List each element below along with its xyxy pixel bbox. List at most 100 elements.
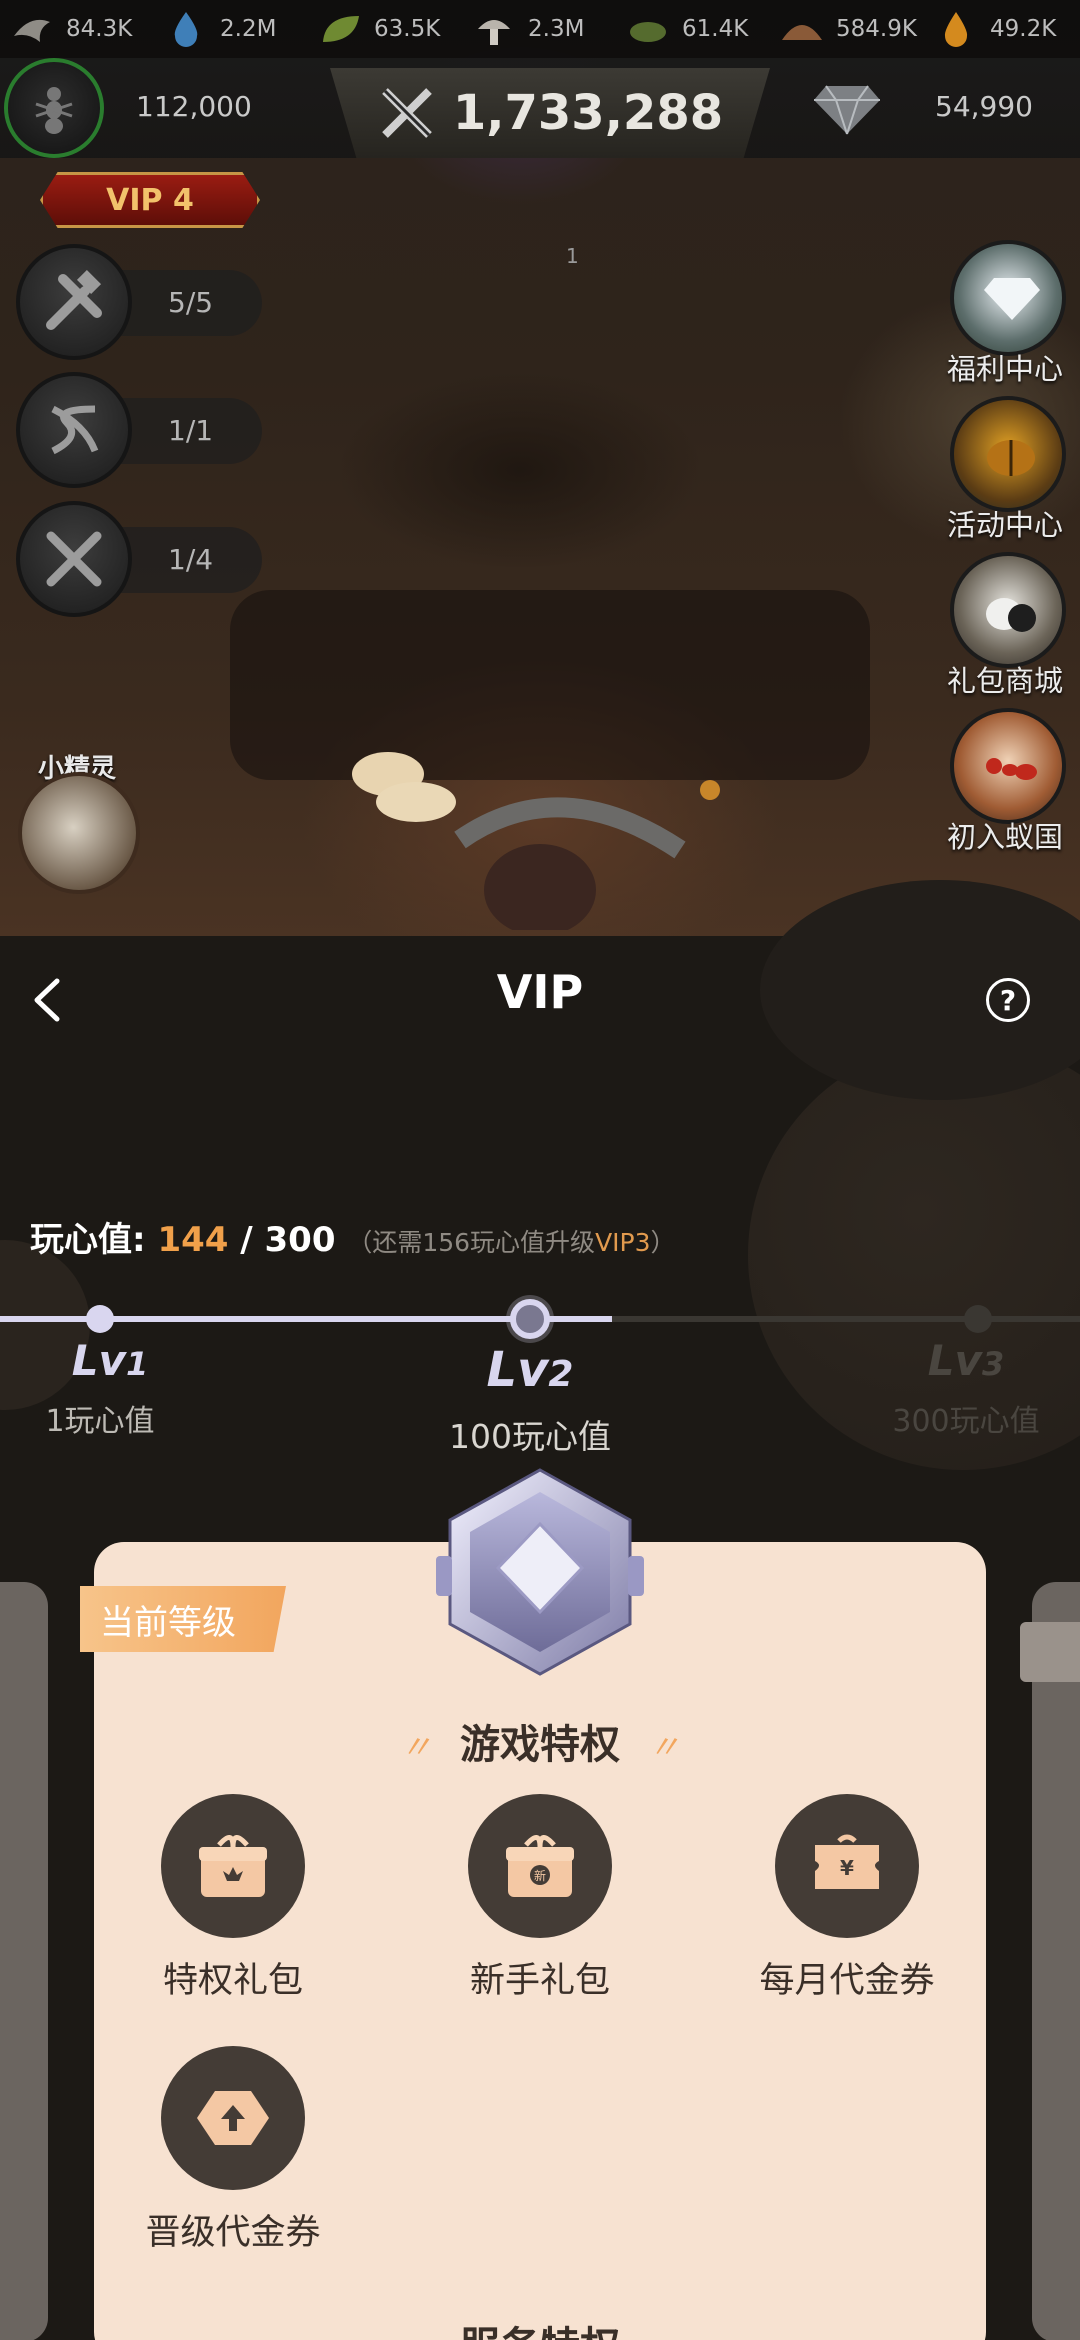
beetle-icon — [987, 440, 1035, 476]
perk-label: 特权礼包 — [162, 1961, 303, 2001]
build-button[interactable] — [16, 244, 132, 360]
points-label: 玩心值: — [30, 1220, 158, 1260]
welfare-center-button[interactable] — [950, 240, 1066, 356]
resource-item[interactable]: 584.9K — [770, 0, 924, 58]
level-number: 3 — [981, 1345, 1005, 1383]
honey-drop-icon — [932, 9, 980, 49]
level-node-current[interactable] — [510, 1299, 550, 1339]
hint-suffix: ） — [650, 1228, 676, 1257]
plant-icon — [624, 9, 672, 49]
perk-privilege-gift[interactable]: 特权礼包 — [118, 1794, 348, 2003]
perk-label: 每月代金券 — [759, 1961, 935, 2001]
level-3-label[interactable]: Lv3 — [856, 1336, 1076, 1385]
perk-monthly-voucher[interactable]: ¥ 每月代金券 — [732, 1794, 962, 2003]
build-count: 5/5 — [168, 286, 214, 319]
vip-level-emblem-icon — [436, 1468, 644, 1676]
sprite-helper-button[interactable] — [18, 772, 140, 894]
next-level-card[interactable] — [1032, 1582, 1080, 2340]
level-2-points: 100玩心值 — [449, 1417, 611, 1456]
resource-item[interactable]: 49.2K — [924, 0, 1078, 58]
water-drop-icon — [162, 9, 210, 49]
perk-icon-circle: 新 — [468, 1794, 612, 1938]
level-2-label[interactable]: Lv2 — [420, 1342, 640, 1398]
level-prefix: Lv — [71, 1336, 126, 1385]
current-level-ribbon: 当前等级 — [80, 1586, 286, 1652]
quote-mark-icon: 〃 — [648, 1728, 681, 1766]
perk-label: 晋级代金券 — [145, 2213, 321, 2253]
service-privileges-title: 服务特权 — [460, 2324, 620, 2340]
evolution-count: 1/1 — [168, 414, 214, 447]
level-number: 2 — [548, 1354, 574, 1395]
points-separator: / — [228, 1220, 265, 1260]
resource-item[interactable]: 2.2M — [154, 0, 308, 58]
crossed-swords-icon — [46, 531, 102, 587]
quote-mark-icon: 〃 — [400, 2330, 432, 2340]
resource-value: 63.5K — [374, 16, 441, 42]
nest-decoration-icon — [352, 752, 720, 930]
question-icon: ? — [999, 983, 1017, 1017]
map-marker: 1 — [566, 244, 579, 268]
ant-icon — [35, 87, 73, 134]
next-level-tag — [1020, 1622, 1080, 1682]
diamond-value: 54,990 — [935, 90, 1033, 123]
points-target: 300 — [264, 1220, 336, 1260]
level-node[interactable] — [86, 1305, 114, 1333]
upgrade-hint: （还需156玩心值升级VIP3） — [347, 1228, 675, 1257]
service-privileges-heading: 〃 服务特权 〃 — [0, 2314, 1080, 2340]
might-panel[interactable]: 1,733,288 — [330, 68, 770, 158]
svg-text:新: 新 — [534, 1868, 546, 1883]
quote-mark-icon: 〃 — [648, 2330, 680, 2340]
page-title: VIP — [496, 965, 584, 1019]
new-gift-icon: 新 — [506, 1835, 574, 1897]
vip-level-label: VIP 4 — [106, 182, 194, 218]
help-button[interactable]: ? — [986, 978, 1030, 1022]
level-3-points: 300玩心值 — [892, 1404, 1040, 1439]
build-tools-icon — [46, 269, 102, 330]
game-privileges-title: 游戏特权 — [460, 1722, 620, 1768]
current-level-tag: 当前等级 — [100, 1602, 236, 1643]
event-center-button[interactable] — [950, 396, 1066, 512]
player-avatar[interactable] — [4, 58, 104, 158]
vip-points-row: 玩心值: 144 / 300 （还需156玩心值升级VIP3） — [30, 1212, 676, 1261]
level-1-label[interactable]: Lv1 — [0, 1336, 220, 1385]
resource-item[interactable]: 61.4K — [616, 0, 770, 58]
resource-value: 61.4K — [682, 16, 749, 42]
points-current: 144 — [157, 1220, 229, 1260]
gift-shop-icon — [986, 598, 1036, 632]
shrimp-icon — [8, 9, 56, 49]
screen: 84.3K 2.2M 63.5K 2.3M 61.4K 584.9K 49.2K… — [0, 0, 1080, 2340]
diamond-icon — [812, 82, 882, 140]
battle-button[interactable] — [16, 501, 132, 617]
welfare-center-label: 福利中心 — [946, 352, 1063, 386]
diamond-icon — [984, 278, 1040, 320]
gift-shop-label: 礼包商城 — [946, 664, 1063, 698]
resource-value: 584.9K — [836, 16, 917, 42]
resource-bar: 84.3K 2.2M 63.5K 2.3M 61.4K 584.9K 49.2K — [0, 0, 1080, 58]
resource-item[interactable]: 84.3K — [0, 0, 154, 58]
perk-icon-circle: ¥ — [775, 1794, 919, 1938]
resource-item[interactable]: 63.5K — [308, 0, 462, 58]
crossed-swords-icon — [382, 88, 432, 138]
gift-shop-button[interactable] — [950, 552, 1066, 668]
perk-upgrade-voucher[interactable]: 晋级代金券 — [118, 2046, 348, 2255]
resource-item[interactable]: 2.3M — [462, 0, 616, 58]
leaf-icon — [316, 9, 364, 49]
game-privileges-heading: 〃游戏特权〃 — [0, 1712, 1080, 1770]
resource-value: 2.3M — [528, 16, 585, 42]
player-bar: 112,000 1,733,288 54,990 — [0, 58, 1080, 158]
resource-value: 84.3K — [66, 16, 133, 42]
ant-icon — [986, 758, 1037, 780]
perk-newbie-gift[interactable]: 新 新手礼包 — [425, 1794, 655, 2003]
newcomer-button[interactable] — [950, 708, 1066, 824]
game-scene[interactable]: 84.3K 2.2M 63.5K 2.3M 61.4K 584.9K 49.2K… — [0, 0, 1080, 936]
previous-level-card[interactable] — [0, 1582, 48, 2340]
evolution-button[interactable] — [16, 372, 132, 488]
power-value: 112,000 — [136, 90, 252, 123]
battle-count: 1/4 — [168, 543, 214, 576]
svg-text:¥: ¥ — [840, 1856, 854, 1880]
yen-voucher-icon: ¥ — [815, 1834, 879, 1889]
vip-level-badge[interactable]: VIP 4 — [40, 172, 260, 228]
level-node[interactable] — [964, 1305, 992, 1333]
mushroom-icon — [470, 9, 518, 49]
level-prefix: Lv — [486, 1342, 549, 1398]
